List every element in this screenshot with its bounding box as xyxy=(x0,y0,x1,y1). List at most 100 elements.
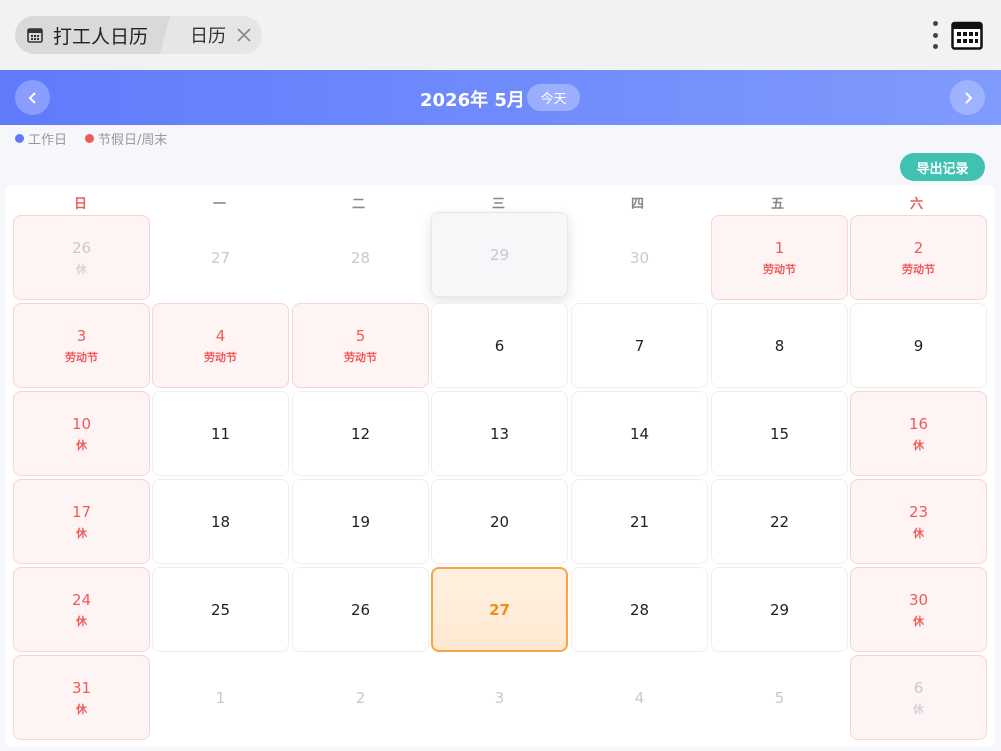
day-number: 1 xyxy=(774,238,785,257)
more-vertical-icon[interactable] xyxy=(930,21,940,49)
export-records-button[interactable]: 导出记录 xyxy=(900,153,985,181)
next-month-button[interactable] xyxy=(950,80,985,115)
day-cell[interactable]: 18 xyxy=(152,479,289,564)
day-number: 24 xyxy=(71,590,92,609)
day-cell[interactable]: 1 xyxy=(152,655,289,740)
day-cell[interactable]: 28 xyxy=(571,567,708,652)
day-cell[interactable]: 9 xyxy=(850,303,987,388)
calendar-grid-icon[interactable] xyxy=(951,20,983,50)
day-number: 12 xyxy=(350,424,371,443)
calendar-grid: 日 一 二 三 四 五 六 26 休 27 28 29 30 1 劳动节 2 劳动节 3 劳动节 4 劳动… xyxy=(5,185,995,747)
day-number: 3 xyxy=(76,326,87,345)
day-cell[interactable]: 7 xyxy=(571,303,708,388)
day-number: 16 xyxy=(908,414,929,433)
day-cell[interactable]: 30 休 xyxy=(850,567,987,652)
weekday-label: 日 xyxy=(73,197,87,212)
calendar-panel: 工作日 节假日/周末 导出记录 日 一 二 三 四 五 六 26 休 27 28 29 3… xyxy=(0,125,1001,751)
calendar-icon xyxy=(27,28,43,43)
day-note: 休 xyxy=(76,438,87,452)
day-number: 29 xyxy=(769,600,790,619)
weekday-header: 日 一 二 三 四 五 六 xyxy=(12,193,988,213)
day-cell[interactable]: 4 xyxy=(571,655,708,740)
day-cell[interactable]: 25 xyxy=(152,567,289,652)
day-number: 19 xyxy=(350,512,371,531)
month-header: 2026年 5月 今天 xyxy=(0,70,1001,125)
day-cell[interactable]: 6 xyxy=(431,303,568,388)
day-cell[interactable]: 3 劳动节 xyxy=(13,303,150,388)
weekday-label: 二 xyxy=(351,197,365,212)
day-cell[interactable]: 13 xyxy=(431,391,568,476)
day-number: 28 xyxy=(629,600,650,619)
weekday-label: 四 xyxy=(630,197,644,212)
day-cell[interactable]: 21 xyxy=(571,479,708,564)
weekday-label: 五 xyxy=(770,197,784,212)
day-cell[interactable]: 2 xyxy=(292,655,429,740)
legend-label: 工作日 xyxy=(28,133,68,148)
weekday-label: 三 xyxy=(491,197,505,212)
day-number: 3 xyxy=(494,688,505,707)
today-button[interactable]: 今天 xyxy=(527,84,580,111)
day-number: 21 xyxy=(629,512,650,531)
day-cell[interactable]: 17 休 xyxy=(13,479,150,564)
tab-app[interactable]: 打工人日历 xyxy=(15,16,177,54)
day-cell[interactable]: 5 xyxy=(711,655,848,740)
day-cell[interactable]: 11 xyxy=(152,391,289,476)
tab-calendar-label: 日历 xyxy=(190,26,227,47)
day-cell[interactable]: 23 休 xyxy=(850,479,987,564)
day-note: 劳动节 xyxy=(204,350,237,364)
tab-app-label: 打工人日历 xyxy=(53,25,149,48)
legend: 工作日 节假日/周末 xyxy=(15,129,185,148)
day-cell[interactable]: 29 xyxy=(431,212,568,297)
day-number: 26 xyxy=(71,238,92,257)
day-cell[interactable]: 24 休 xyxy=(13,567,150,652)
day-cell[interactable]: 2 劳动节 xyxy=(850,215,987,300)
day-cell-today[interactable]: 27 xyxy=(431,567,568,652)
day-number: 23 xyxy=(908,502,929,521)
day-note: 劳动节 xyxy=(65,350,98,364)
day-cell[interactable]: 8 xyxy=(711,303,848,388)
day-cell[interactable]: 30 xyxy=(571,215,708,300)
day-cell[interactable]: 26 xyxy=(292,567,429,652)
day-cell[interactable]: 15 xyxy=(711,391,848,476)
day-number: 30 xyxy=(629,248,650,267)
legend-dot xyxy=(15,134,24,143)
weekday-label: 六 xyxy=(909,197,923,212)
day-number: 9 xyxy=(913,336,924,355)
day-cell[interactable]: 5 劳动节 xyxy=(292,303,429,388)
month-title: 2026年 5月 xyxy=(420,90,525,111)
day-cell[interactable]: 3 xyxy=(431,655,568,740)
day-cell[interactable]: 20 xyxy=(431,479,568,564)
day-number: 28 xyxy=(350,248,371,267)
day-number: 27 xyxy=(210,248,231,267)
day-cell[interactable]: 26 休 xyxy=(13,215,150,300)
day-cell[interactable]: 31 休 xyxy=(13,655,150,740)
day-cell[interactable]: 19 xyxy=(292,479,429,564)
day-cell[interactable]: 22 xyxy=(711,479,848,564)
day-number: 14 xyxy=(629,424,650,443)
day-number: 27 xyxy=(489,600,510,619)
day-number: 15 xyxy=(769,424,790,443)
prev-month-button[interactable] xyxy=(15,80,50,115)
day-number: 6 xyxy=(913,678,924,697)
day-cell[interactable]: 14 xyxy=(571,391,708,476)
chevron-left-icon xyxy=(28,91,36,104)
day-number: 6 xyxy=(494,336,505,355)
day-cell[interactable]: 27 xyxy=(152,215,289,300)
day-number: 29 xyxy=(489,245,510,264)
day-cell[interactable]: 16 休 xyxy=(850,391,987,476)
legend-label: 节假日/周末 xyxy=(98,133,168,148)
day-number: 13 xyxy=(489,424,510,443)
day-note: 劳动节 xyxy=(902,262,935,276)
day-number: 1 xyxy=(215,688,226,707)
day-cell[interactable]: 4 劳动节 xyxy=(152,303,289,388)
day-cell[interactable]: 28 xyxy=(292,215,429,300)
day-cell[interactable]: 10 休 xyxy=(13,391,150,476)
day-number: 18 xyxy=(210,512,231,531)
day-number: 26 xyxy=(350,600,371,619)
close-icon[interactable] xyxy=(236,27,252,43)
tab-calendar[interactable]: 日历 xyxy=(160,16,263,54)
day-cell[interactable]: 1 劳动节 xyxy=(711,215,848,300)
day-cell[interactable]: 6休 xyxy=(850,655,987,740)
day-cell[interactable]: 12 xyxy=(292,391,429,476)
day-cell[interactable]: 29 xyxy=(711,567,848,652)
